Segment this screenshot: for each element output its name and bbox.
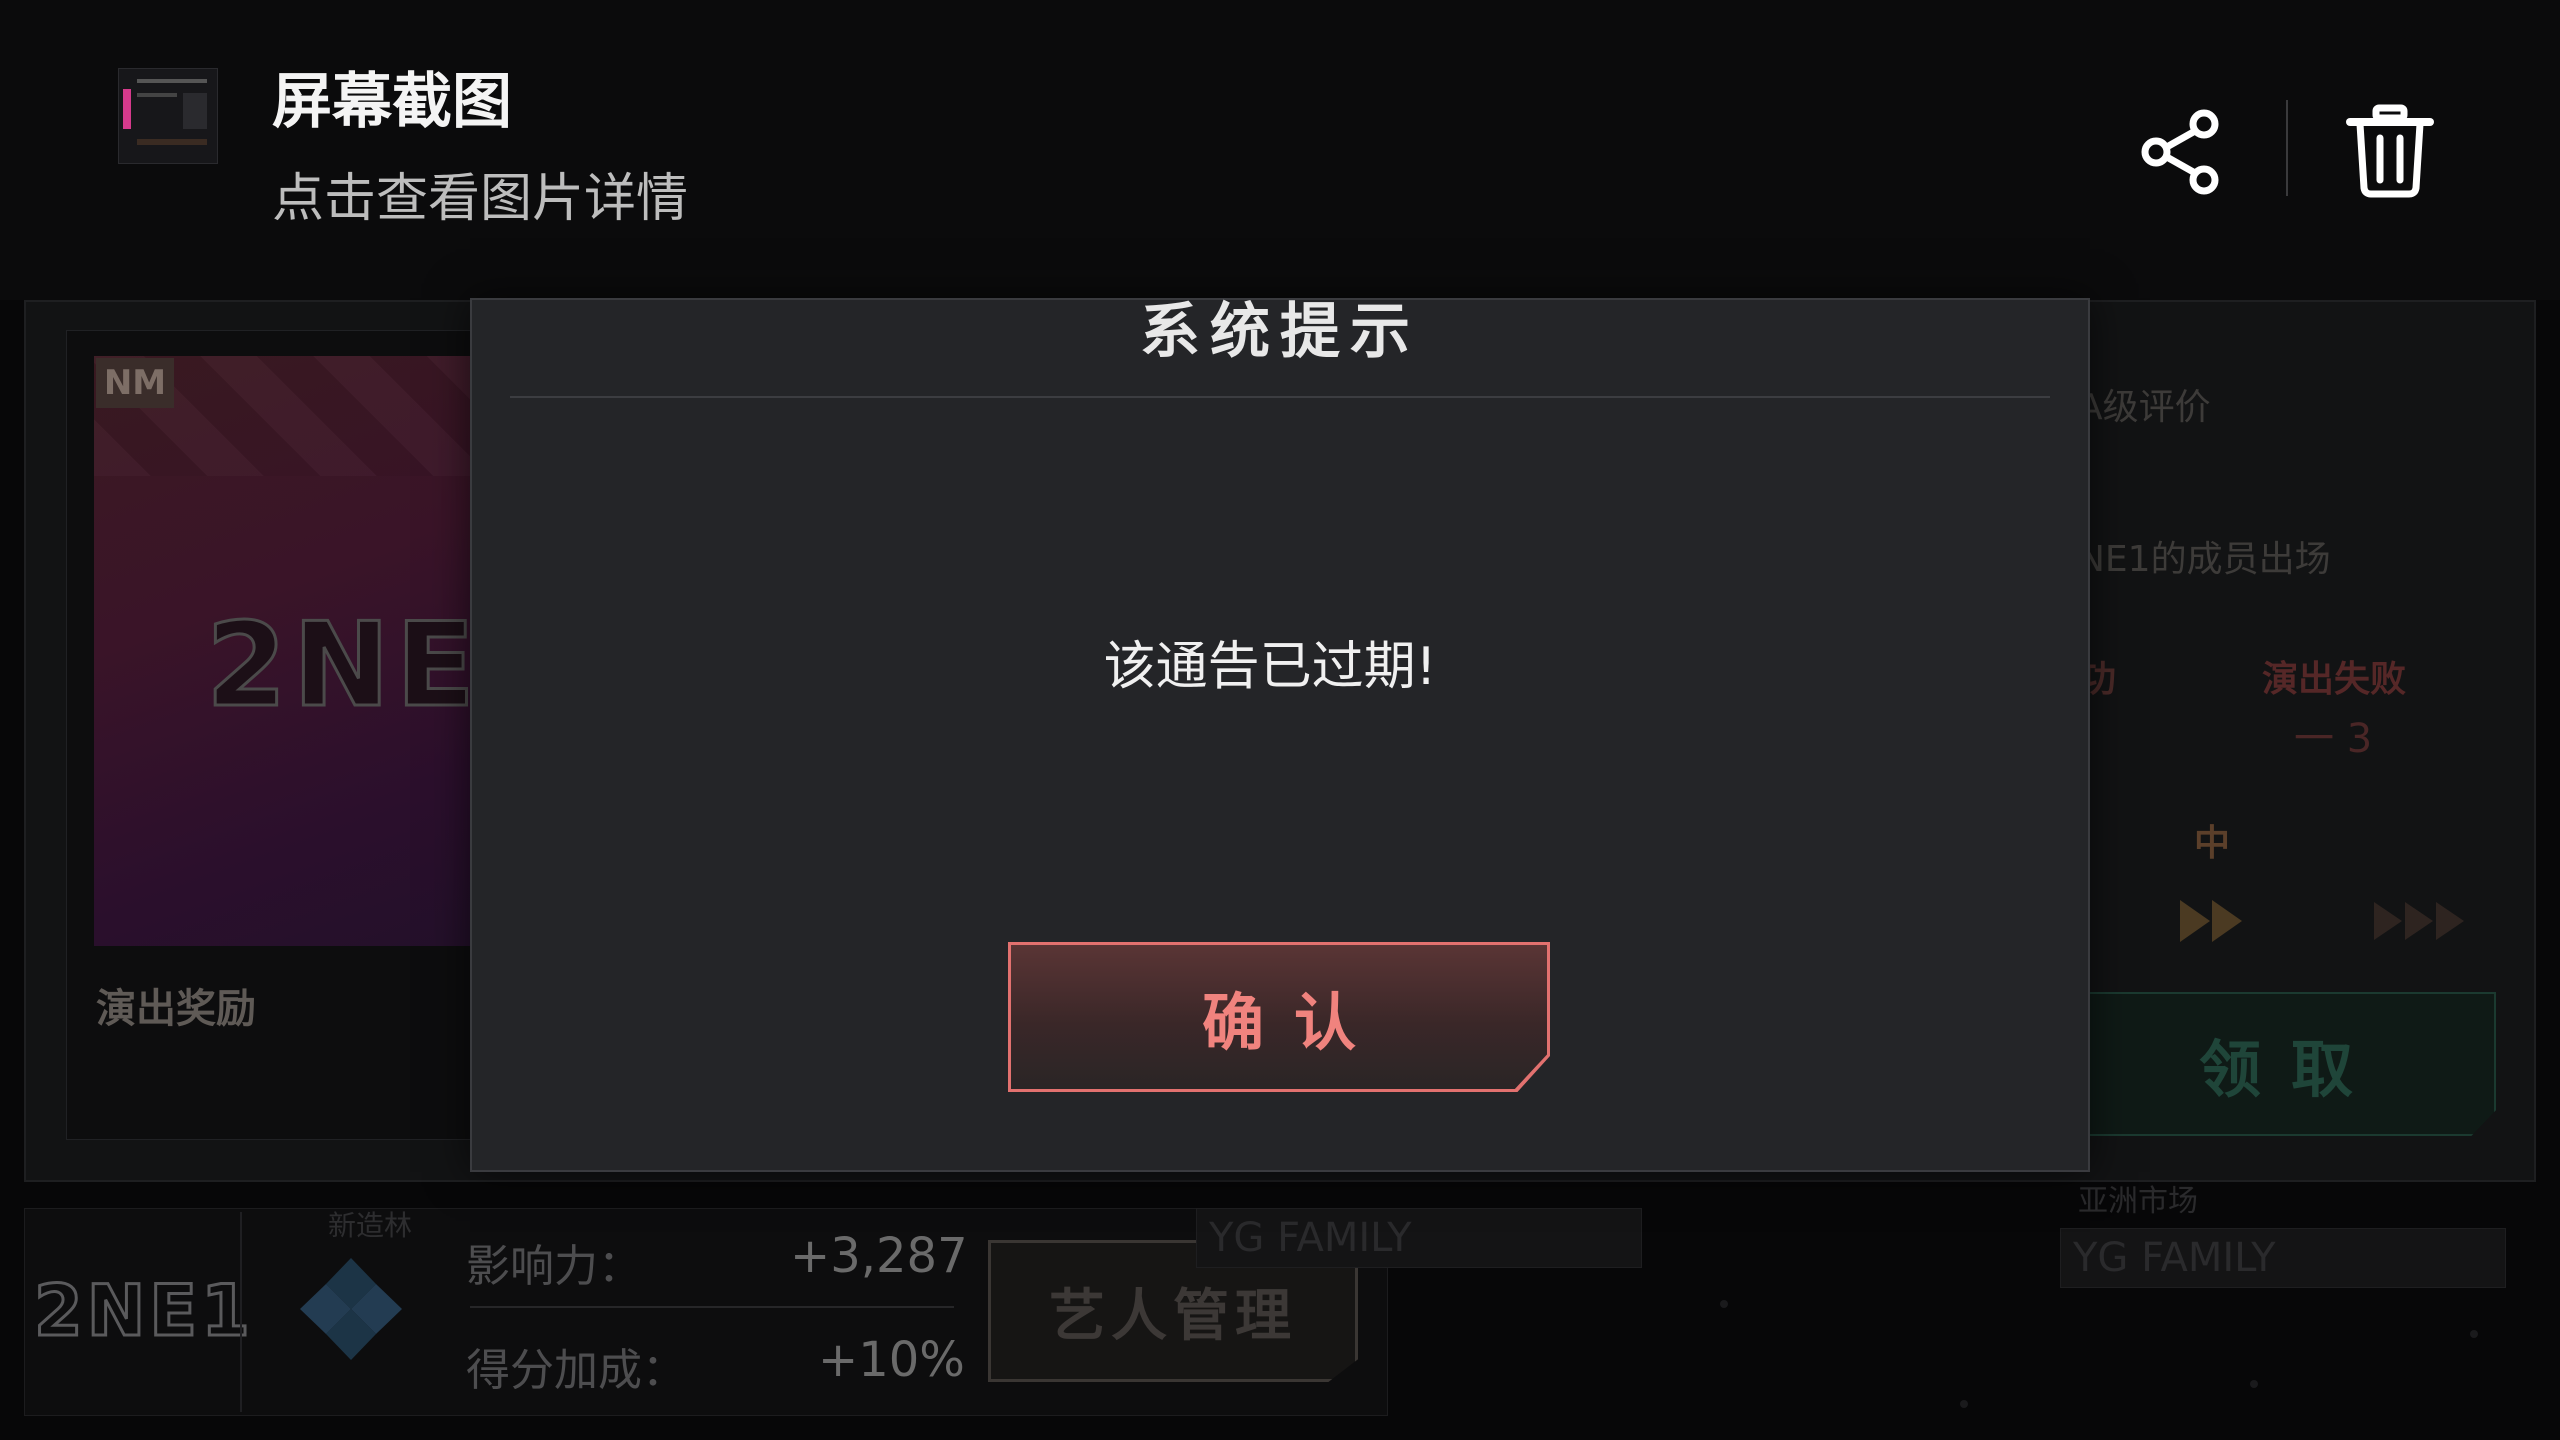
delete-button[interactable] <box>2340 100 2440 200</box>
speed-mid-label: 中 <box>2194 823 2231 864</box>
influence-label: 影响力： <box>466 1241 642 1292</box>
share-button[interactable] <box>2134 104 2230 200</box>
fast-forward-3x-icon <box>2374 902 2464 940</box>
speed-3x-button[interactable] <box>2372 896 2472 946</box>
difficulty-badge: NM <box>96 358 174 408</box>
stats-divider <box>470 1306 954 1308</box>
family-selector-1[interactable]: YG FAMILY <box>1196 1208 1642 1268</box>
dialog-message: 该通告已过期! <box>1103 637 1437 697</box>
particle <box>2250 1380 2258 1388</box>
rating-requirement: A级评价 <box>2078 387 2211 428</box>
particle <box>2470 1330 2478 1338</box>
trash-icon <box>2346 104 2434 198</box>
reward-label: 演出奖励 <box>96 986 256 1032</box>
influence-value: +3,287 <box>790 1228 968 1284</box>
particle <box>1720 1300 1728 1308</box>
group-logo: 2NE1 <box>33 1269 254 1354</box>
header-title: 屏幕截图 <box>272 67 512 137</box>
particle <box>1960 1400 1968 1408</box>
claim-button[interactable]: 领取 <box>2086 992 2496 1136</box>
score-bonus-label: 得分加成： <box>466 1345 686 1396</box>
header-subtitle[interactable]: 点击查看图片详情 <box>272 166 688 232</box>
share-icon <box>2141 109 2219 195</box>
header-divider <box>2286 100 2288 196</box>
fail-label: 演出失败 <box>2262 659 2407 700</box>
fast-forward-icon <box>2180 900 2242 942</box>
screenshot-thumbnail[interactable] <box>118 68 218 164</box>
members-requirement: NE1的成员出场 <box>2078 539 2331 580</box>
speed-2x-button[interactable] <box>2178 896 2248 946</box>
market-label: 亚洲市场 <box>2078 1184 2198 1219</box>
fail-value: 一 3 <box>2294 716 2373 762</box>
dialog-divider <box>510 396 2050 398</box>
new-label: 新造林 <box>328 1209 413 1242</box>
bottom-separator <box>240 1212 242 1412</box>
score-bonus-value: +10% <box>818 1332 965 1388</box>
family-emblem-icon <box>296 1254 406 1364</box>
dialog-title: 系统提示 <box>1140 297 1420 367</box>
confirm-button[interactable]: 确认 <box>1011 945 1547 1089</box>
family-selector-2[interactable]: YG FAMILY <box>2060 1228 2506 1288</box>
